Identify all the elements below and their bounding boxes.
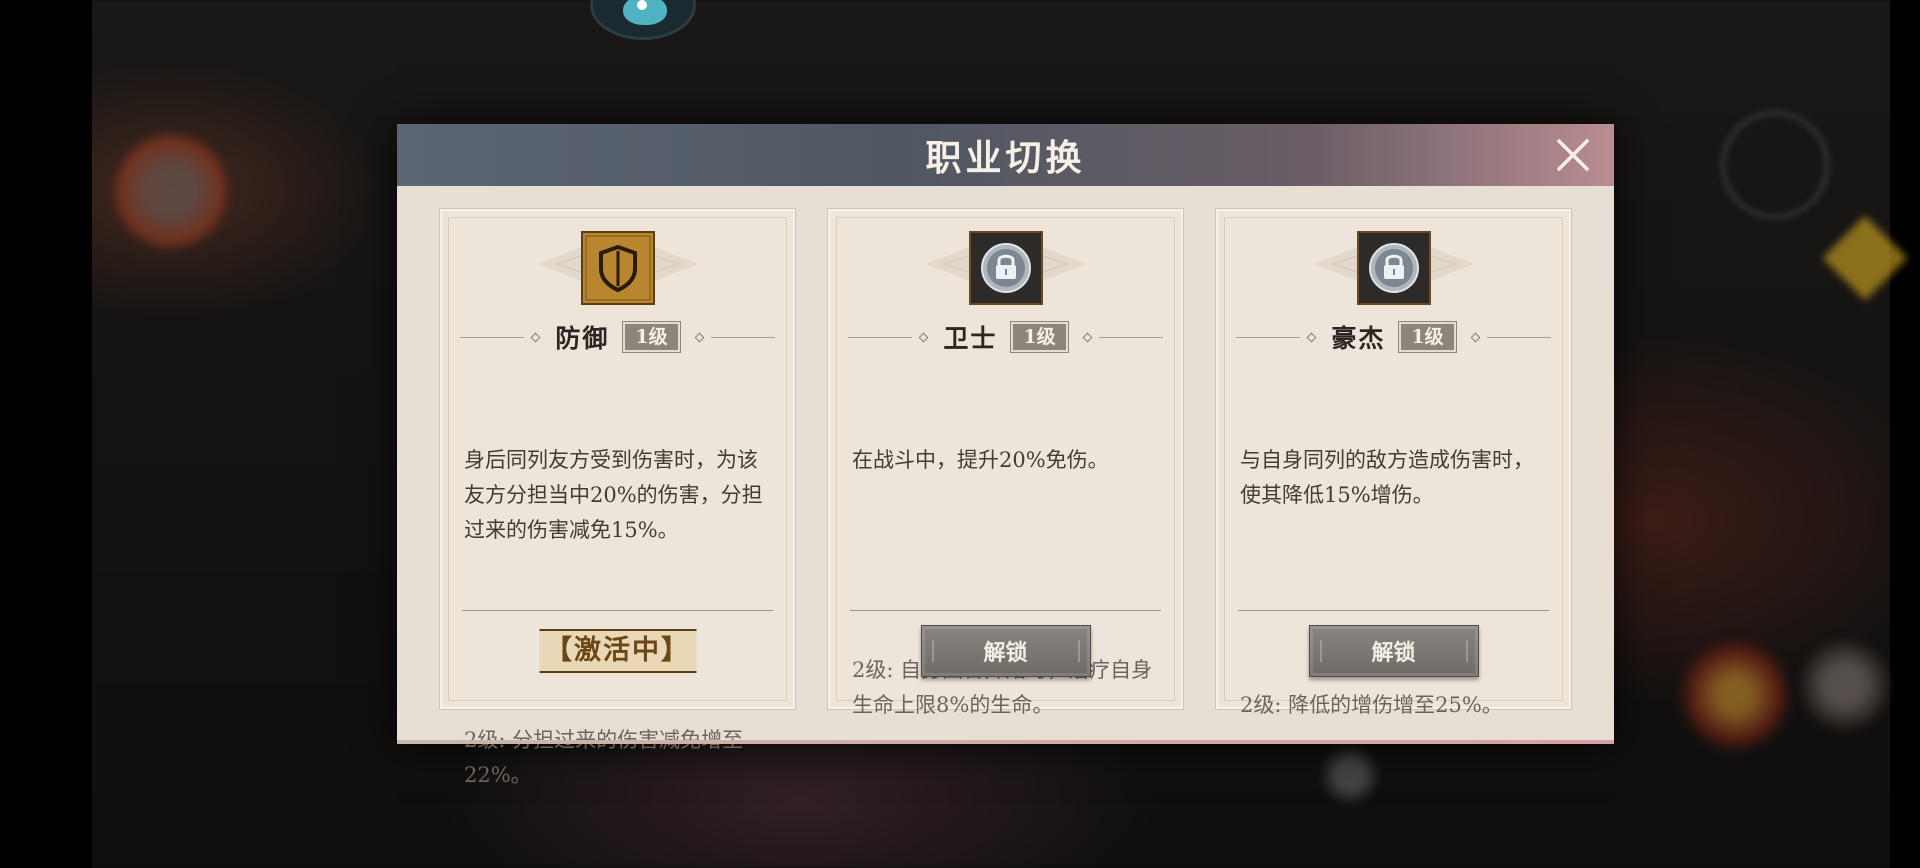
class-card-guard[interactable]: 卫士 1级 在战斗中，提升20%免伤。 2级: 自身回合开始时，治疗自身生命上限… — [827, 208, 1184, 717]
title-line-left — [1236, 336, 1301, 338]
class-effect-text: 在战斗中，提升20%免伤。 — [852, 448, 1109, 472]
level-badge: 1级 — [1010, 321, 1069, 353]
class-description: 在战斗中，提升20%免伤。 2级: 自身回合开始时，治疗自身生命上限8%的生命。 — [852, 373, 1163, 717]
class-description: 身后同列友方受到伤害时，为该友方分担当中20%的伤害，分担过来的伤害减免15%。… — [464, 373, 775, 787]
title-diamond-left — [530, 332, 541, 342]
card-title-row: 豪杰 1级 — [1236, 319, 1551, 355]
class-name: 豪杰 — [1331, 324, 1386, 353]
level-badge: 1级 — [622, 321, 681, 353]
card-divider — [850, 610, 1161, 611]
title-diamond-left — [1306, 332, 1317, 342]
class-card-hero[interactable]: 豪杰 1级 与自身同列的敌方造成伤害时，使其降低15%增伤。 2级: 降低的增伤… — [1215, 208, 1572, 717]
title-line-right — [1098, 336, 1163, 338]
card-title-row: 卫士 1级 — [848, 319, 1163, 355]
class-card-defense[interactable]: 防御 1级 身后同列友方受到伤害时，为该友方分担当中20%的伤害，分担过来的伤害… — [439, 208, 796, 787]
modal-header: 职业切换 — [397, 124, 1614, 186]
title-line-left — [848, 336, 913, 338]
blurred-icon — [1680, 640, 1790, 750]
mascot-eye-icon — [637, 0, 647, 10]
active-status-badge: 【激活中】 — [539, 629, 696, 673]
card-title-row: 防御 1级 — [460, 319, 775, 355]
right-letterbox — [1890, 0, 1920, 868]
close-button[interactable] — [1554, 136, 1592, 174]
title-line-left — [460, 336, 525, 338]
shield-icon — [580, 231, 655, 305]
class-name: 防御 — [555, 324, 610, 353]
blurred-avatar — [112, 132, 230, 250]
card-divider — [1238, 610, 1549, 611]
title-diamond-right — [1082, 332, 1093, 342]
unlock-button[interactable]: 解锁 — [920, 625, 1091, 677]
title-line-right — [710, 336, 775, 338]
title-diamond-left — [918, 332, 929, 342]
level-badge: 1级 — [1398, 321, 1457, 353]
modal-bottom-edge — [397, 740, 1614, 744]
blurred-icon — [1800, 640, 1890, 730]
left-letterbox — [0, 0, 92, 868]
title-line-right — [1486, 336, 1551, 338]
class-effect-text: 身后同列友方受到伤害时，为该友方分担当中20%的伤害，分担过来的伤害减免15%。 — [464, 448, 763, 542]
title-diamond-right — [694, 332, 705, 342]
active-status-text: 【激活中】 — [539, 629, 696, 673]
unlock-button[interactable]: 解锁 — [1308, 625, 1479, 677]
blurred-ring — [1720, 110, 1830, 220]
level2-effect-text: 2级: 降低的增伤增至25%。 — [1240, 693, 1503, 717]
card-divider — [462, 610, 773, 611]
class-description: 与自身同列的敌方造成伤害时，使其降低15%增伤。 2级: 降低的增伤增至25%。 — [1240, 373, 1551, 717]
title-diamond-right — [1470, 332, 1481, 342]
class-effect-text: 与自身同列的敌方造成伤害时，使其降低15%增伤。 — [1240, 448, 1534, 507]
lock-icon — [1356, 227, 1431, 309]
lock-icon — [968, 227, 1043, 309]
close-icon — [1557, 139, 1589, 171]
modal-title: 职业切换 — [925, 137, 1086, 179]
class-name: 卫士 — [943, 324, 998, 353]
level2-effect-text: 2级: 分担过来的伤害减免增至22%。 — [464, 728, 743, 787]
class-switch-modal: 职业切换 防御 1级 身后同列友方受到伤害时，为该友方分担当中20%的伤害，分担… — [397, 124, 1614, 787]
